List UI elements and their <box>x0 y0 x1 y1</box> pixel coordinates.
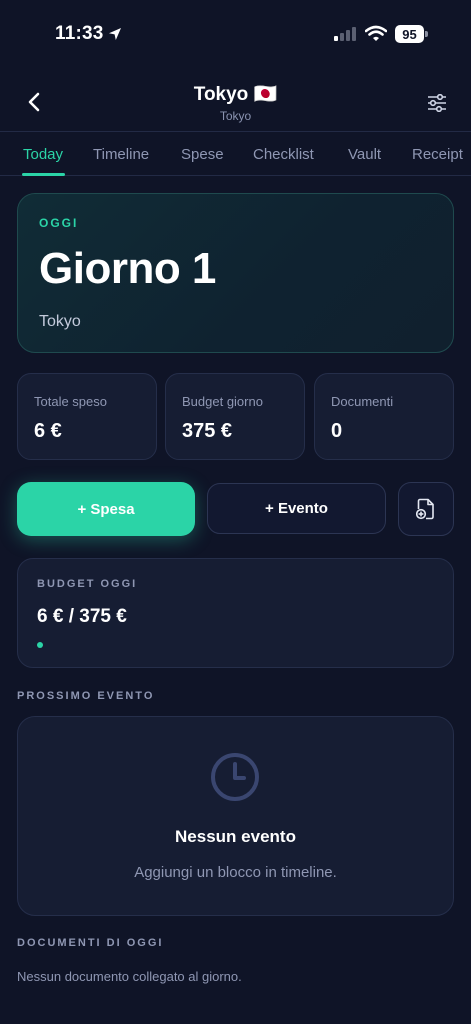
stat-label: Budget giorno <box>182 394 263 409</box>
page-subtitle: Tokyo <box>219 109 252 123</box>
add-expense-button[interactable]: + Spesa <box>17 482 195 536</box>
page-title: Tokyo 🇯🇵 <box>193 84 278 105</box>
stat-value: 6 € <box>34 420 62 442</box>
battery-icon: 95 <box>395 25 428 43</box>
status-time: 11:33 <box>55 23 104 44</box>
budget-progress-bar <box>37 642 434 648</box>
stat-value: 375 € <box>182 420 233 442</box>
signal-strength-icon <box>334 27 356 41</box>
stat-label: Documenti <box>331 394 394 409</box>
tab-receipt[interactable]: Receipt <box>412 146 463 163</box>
empty-state-subtitle: Aggiungi un blocco in timeline. <box>134 864 337 881</box>
stat-card-documents: Documenti 0 <box>314 373 454 460</box>
file-plus-icon <box>416 498 434 520</box>
header-title-group: Tokyo 🇯🇵 Tokyo <box>0 82 471 123</box>
day-title: Giorno 1 <box>39 244 216 293</box>
tab-today[interactable]: Today <box>23 146 63 163</box>
budget-value: 6 € / 375 € <box>37 606 127 627</box>
budget-today-card: BUDGET OGGI 6 € / 375 € <box>17 558 454 668</box>
stat-value: 0 <box>331 420 343 442</box>
documents-empty-text: Nessun documento collegato al giorno. <box>17 969 242 984</box>
clock-icon <box>210 752 260 807</box>
documents-section-label: DOCUMENTI DI OGGI <box>17 937 164 949</box>
trip-header: Tokyo 🇯🇵 Tokyo <box>0 70 471 132</box>
status-bar: 11:33 95 <box>0 0 471 64</box>
tab-checklist[interactable]: Checklist <box>253 146 314 163</box>
add-event-button[interactable]: + Evento <box>207 483 386 534</box>
stat-card-daily-budget: Budget giorno 375 € <box>165 373 305 460</box>
stat-label: Totale speso <box>34 394 107 409</box>
day-location: Tokyo <box>39 313 81 330</box>
stat-card-total-spent: Totale speso 6 € <box>17 373 157 460</box>
settings-button[interactable] <box>423 89 451 117</box>
next-event-section-label: PROSSIMO EVENTO <box>17 690 155 702</box>
tab-timeline[interactable]: Timeline <box>93 146 149 163</box>
sliders-icon <box>428 94 446 112</box>
tab-spese[interactable]: Spese <box>181 146 224 163</box>
location-arrow-icon <box>108 27 122 46</box>
budget-progress-fill <box>37 642 44 648</box>
battery-level: 95 <box>395 25 424 43</box>
day-hero-card: OGGI Giorno 1 Tokyo <box>17 193 454 353</box>
tab-bar: Today Timeline Spese Checklist Vault Rec… <box>0 131 471 176</box>
wifi-icon <box>364 25 388 47</box>
active-tab-indicator <box>22 173 65 176</box>
next-event-card: Nessun evento Aggiungi un blocco in time… <box>17 716 454 916</box>
budget-label: BUDGET OGGI <box>37 578 138 590</box>
hero-label: OGGI <box>39 216 79 230</box>
add-document-button[interactable] <box>398 482 454 536</box>
empty-state-title: Nessun evento <box>175 827 296 846</box>
tab-vault[interactable]: Vault <box>348 146 381 163</box>
